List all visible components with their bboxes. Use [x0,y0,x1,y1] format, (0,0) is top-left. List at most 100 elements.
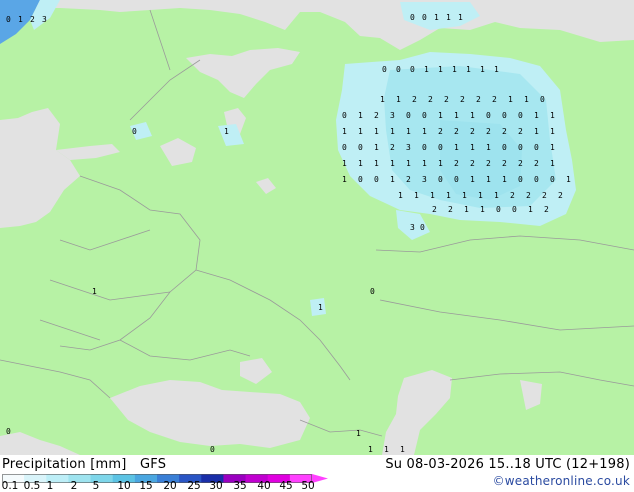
precip-value: 3 [390,111,395,120]
precip-value: 1 [466,65,471,74]
precip-value: 1 [438,159,443,168]
precip-value: 1 [470,143,475,152]
precip-value: 1 [406,127,411,136]
precip-value: 2 [510,191,515,200]
precip-value: 0 [486,111,491,120]
precip-value: 1 [342,175,347,184]
precip-value: 1 [342,159,347,168]
precip-value: 1 [502,175,507,184]
legend-label: 2 [70,480,78,492]
precip-value: 0 [370,287,375,296]
precip-value: 1 [550,127,555,136]
precip-value: 1 [486,175,491,184]
precip-value: 0 [454,175,459,184]
precip-value: 2 [460,95,465,104]
legend-label: 0.1 [1,480,19,492]
precip-value: 0 [518,175,523,184]
precip-value: 3 [410,223,415,232]
precip-value: 0 [502,143,507,152]
precip-value: 2 [390,143,395,152]
precip-value: 0 [534,175,539,184]
precip-value: 1 [494,191,499,200]
legend-label: 50 [301,480,315,492]
precip-value: 1 [438,65,443,74]
precip-value: 1 [534,127,539,136]
precip-value: 0 [210,445,215,454]
precip-value: 1 [434,13,439,22]
precip-value: 1 [92,287,97,296]
precip-value: 0 [406,111,411,120]
precip-value: 1 [374,143,379,152]
legend-label: 0.5 [23,480,41,492]
precip-value: 0 [342,143,347,152]
precip-value: 1 [480,205,485,214]
credit-link[interactable]: ©weatheronline.co.uk [493,474,630,488]
precip-value: 1 [508,95,513,104]
precip-value: 0 [410,65,415,74]
precip-value: 1 [480,65,485,74]
precip-value: 2 [502,127,507,136]
precip-value: 2 [374,111,379,120]
precip-value: 0 [422,13,427,22]
precip-value: 1 [470,111,475,120]
precip-value: 0 [518,143,523,152]
precip-value: 1 [396,95,401,104]
precip-value: 0 [410,13,415,22]
precip-value: 1 [384,445,389,454]
precip-value: 1 [452,65,457,74]
precip-value: 0 [6,15,11,24]
precip-value: 2 [428,95,433,104]
legend-label: 15 [139,480,153,492]
precip-value: 2 [470,127,475,136]
precip-value: 2 [544,205,549,214]
precip-value: 2 [412,95,417,104]
precip-value: 1 [430,191,435,200]
precip-value: 1 [400,445,405,454]
precip-value: 1 [422,159,427,168]
precip-value: 2 [406,175,411,184]
precip-value: 1 [464,205,469,214]
precip-value: 0 [358,175,363,184]
precip-value: 1 [524,95,529,104]
precip-value: 0 [540,95,545,104]
precip-value: 0 [132,127,137,136]
precip-value: 2 [486,159,491,168]
precip-value: 0 [502,111,507,120]
precip-value: 1 [358,159,363,168]
precip-value: 2 [444,95,449,104]
precip-value: 1 [422,127,427,136]
precip-value: 0 [422,111,427,120]
precip-value: 2 [518,159,523,168]
precip-value: 1 [356,429,361,438]
precip-value: 3 [406,143,411,152]
precip-value: 0 [534,143,539,152]
precip-value: 0 [6,427,11,436]
legend-label: 1 [46,480,54,492]
precip-value: 2 [448,205,453,214]
precip-value: 1 [390,175,395,184]
precip-value: 0 [438,143,443,152]
precip-value: 1 [406,159,411,168]
precip-value: 1 [446,13,451,22]
precip-value: 0 [382,65,387,74]
precip-value: 1 [414,191,419,200]
precip-value: 1 [550,111,555,120]
legend-label: 20 [163,480,177,492]
precip-value: 3 [42,15,47,24]
precip-value: 2 [454,127,459,136]
precip-value: 2 [454,159,459,168]
precip-value: 0 [374,175,379,184]
precip-value: 2 [492,95,497,104]
precip-value: 1 [528,205,533,214]
precip-value: 1 [566,175,571,184]
precip-value: 1 [462,191,467,200]
precip-value: 0 [518,111,523,120]
precip-value: 1 [550,159,555,168]
precip-value: 1 [374,127,379,136]
precip-value: 0 [396,65,401,74]
precip-value: 1 [374,159,379,168]
legend-label: 30 [209,480,223,492]
precip-value: 0 [512,205,517,214]
precip-value: 1 [486,143,491,152]
precip-value: 1 [446,191,451,200]
